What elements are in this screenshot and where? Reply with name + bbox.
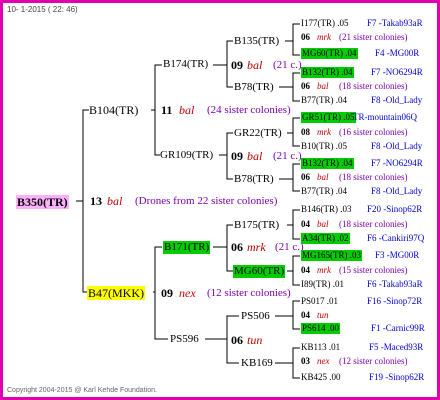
dam-note: (12 sister colonies) bbox=[207, 287, 291, 299]
g4-bot-8[interactable]: KB425 .00 bbox=[301, 373, 341, 382]
g4-note-3: (16 sister colonies) bbox=[339, 127, 408, 137]
g4-note-2: (18 sister colonies) bbox=[339, 81, 408, 91]
g4-number-8: 03 bbox=[301, 356, 310, 366]
g4-top-3[interactable]: GR51(TR) .05 bbox=[301, 112, 356, 123]
g4-top-6[interactable]: MG165(TR) .03 bbox=[301, 250, 362, 261]
root-queen[interactable]: B350(TR) bbox=[16, 195, 69, 209]
g4-top-2[interactable]: B132(TR) .04 bbox=[301, 67, 354, 78]
g2-note-2: (21 c.) bbox=[273, 150, 302, 162]
g3-queen-3[interactable]: GR22(TR) bbox=[234, 128, 282, 139]
report-date: 10- 1-2015 ( 22: 46) bbox=[7, 5, 78, 14]
g4-race-3: mrk bbox=[317, 127, 331, 137]
g2-note-3: (21 c.) bbox=[275, 241, 304, 253]
root-number: 13 bbox=[90, 194, 102, 208]
g4-bot-origin-3: F8 -Old_Lady bbox=[371, 141, 423, 151]
g2-number-4: 06 bbox=[231, 333, 243, 347]
g4-bot-origin-2: F8 -Old_Lady bbox=[371, 95, 423, 105]
dam-race: nex bbox=[179, 286, 196, 300]
g4-number-7: 04 bbox=[301, 310, 310, 320]
g3-queen-1[interactable]: B135(TR) bbox=[234, 36, 279, 47]
g4-top-8[interactable]: KB113 .01 bbox=[301, 343, 340, 352]
g4-bot-origin-1: F4 -MG00R bbox=[375, 48, 420, 58]
g2-race-1: bal bbox=[247, 58, 263, 72]
g4-note-4: (18 sister colonies) bbox=[339, 172, 408, 182]
g4-bot-5[interactable]: A34(TR) .02 bbox=[301, 233, 350, 244]
copyright: Copyright 2004-2015 @ Karl Kehde Foundat… bbox=[7, 387, 157, 394]
g4-top-origin-6: F3 -MG00R bbox=[375, 250, 420, 260]
g4-race-6: mrk bbox=[317, 265, 331, 275]
g4-bot-origin-5: F6 -Cankiri97Q bbox=[367, 233, 425, 243]
sire-race: bal bbox=[179, 103, 195, 117]
g4-bot-2[interactable]: B77(TR) .04 bbox=[301, 96, 347, 105]
root-race: bal bbox=[107, 194, 123, 208]
g3-queen-5[interactable]: B175(TR) bbox=[234, 220, 279, 231]
pedigree-frame: 10- 1-2015 ( 22: 46) B350(TR) 13 bal (Dr… bbox=[0, 0, 440, 400]
g4-top-origin-3: TR-mountain06Q bbox=[353, 112, 417, 122]
g2-note-1: (21 c.) bbox=[273, 59, 302, 71]
g4-bot-origin-6: F6 -Takab93aR bbox=[367, 279, 423, 289]
g4-number-6: 04 bbox=[301, 265, 310, 275]
g4-race-5: bal bbox=[317, 219, 329, 229]
g4-number-5: 04 bbox=[301, 219, 310, 229]
g2-race-3: mrk bbox=[247, 240, 266, 254]
g2-number-2: 09 bbox=[231, 149, 243, 163]
g3-queen-6[interactable]: MG60(TR) bbox=[233, 265, 286, 278]
g4-note-8: (12 sister colonies) bbox=[339, 356, 408, 366]
g4-bot-7[interactable]: PS614 .00 bbox=[301, 323, 341, 334]
g4-top-5[interactable]: B146(TR) .03 bbox=[301, 205, 352, 214]
g3-queen-7[interactable]: PS506 bbox=[241, 311, 270, 322]
g4-number-3: 08 bbox=[301, 127, 310, 137]
g2-number-3: 06 bbox=[231, 240, 243, 254]
g4-bot-3[interactable]: B10(TR) .05 bbox=[301, 142, 347, 151]
g2-queen-2[interactable]: GR109(TR) bbox=[160, 150, 213, 161]
root-note: (Drones from 22 sister colonies) bbox=[135, 195, 278, 207]
g4-bot-1[interactable]: MG60(TR) .04 bbox=[301, 48, 358, 59]
g2-number-1: 09 bbox=[231, 58, 243, 72]
g4-number-2: 06 bbox=[301, 81, 310, 91]
g4-bot-origin-7: F1 -Carnic99R bbox=[371, 323, 425, 333]
g4-bot-origin-4: F8 -Old_Lady bbox=[371, 186, 423, 196]
g4-note-5: (18 sister colonies) bbox=[339, 219, 408, 229]
g2-queen-4[interactable]: PS596 bbox=[170, 334, 199, 345]
g2-queen-1[interactable]: B174(TR) bbox=[163, 59, 208, 70]
g4-number-4: 06 bbox=[301, 172, 310, 182]
sire-queen[interactable]: B104(TR) bbox=[89, 104, 138, 116]
g4-top-7[interactable]: PS017 .01 bbox=[301, 297, 338, 306]
g2-queen-3[interactable]: B171(TR) bbox=[163, 241, 211, 254]
g4-number-1: 06 bbox=[301, 32, 310, 42]
g4-top-origin-1: F7 -Takab93aR bbox=[367, 18, 423, 28]
g4-bot-origin-8: F19 -Sinop62R bbox=[369, 372, 425, 382]
g4-bot-6[interactable]: I89(TR) .01 bbox=[301, 280, 344, 289]
g4-race-2: bal bbox=[317, 81, 329, 91]
g4-race-1: mrk bbox=[317, 32, 331, 42]
g3-queen-2[interactable]: B78(TR) bbox=[234, 82, 274, 93]
g4-top-origin-8: F5 -Maced93R bbox=[369, 342, 424, 352]
g4-top-1[interactable]: I177(TR) .05 bbox=[301, 19, 349, 28]
g4-top-origin-4: F7 -NO6294R bbox=[371, 158, 423, 168]
g4-top-origin-2: F7 -NO6294R bbox=[371, 67, 423, 77]
sire-note: (24 sister colonies) bbox=[207, 104, 291, 116]
dam-number: 09 bbox=[161, 286, 173, 300]
g3-queen-4[interactable]: B78(TR) bbox=[234, 174, 274, 185]
sire-number: 11 bbox=[161, 103, 173, 117]
g4-race-4: bal bbox=[317, 172, 329, 182]
dam-queen[interactable]: B47(MKK) bbox=[87, 286, 145, 300]
g4-bot-4[interactable]: B77(TR) .04 bbox=[301, 187, 347, 196]
g4-race-7: tun bbox=[317, 310, 329, 320]
g3-queen-8[interactable]: KB169 bbox=[241, 358, 273, 369]
g4-note-6: (15 sister colonies) bbox=[339, 265, 408, 275]
g2-race-2: bal bbox=[247, 149, 263, 163]
g4-top-origin-5: F20 -Sinop62R bbox=[367, 204, 423, 214]
g2-race-4: tun bbox=[247, 333, 263, 347]
g4-top-origin-7: F16 -Sinop72R bbox=[367, 296, 423, 306]
g4-race-8: nex bbox=[317, 356, 330, 366]
g4-note-1: (21 sister colonies) bbox=[339, 32, 408, 42]
g4-top-4[interactable]: B132(TR) .04 bbox=[301, 158, 354, 169]
